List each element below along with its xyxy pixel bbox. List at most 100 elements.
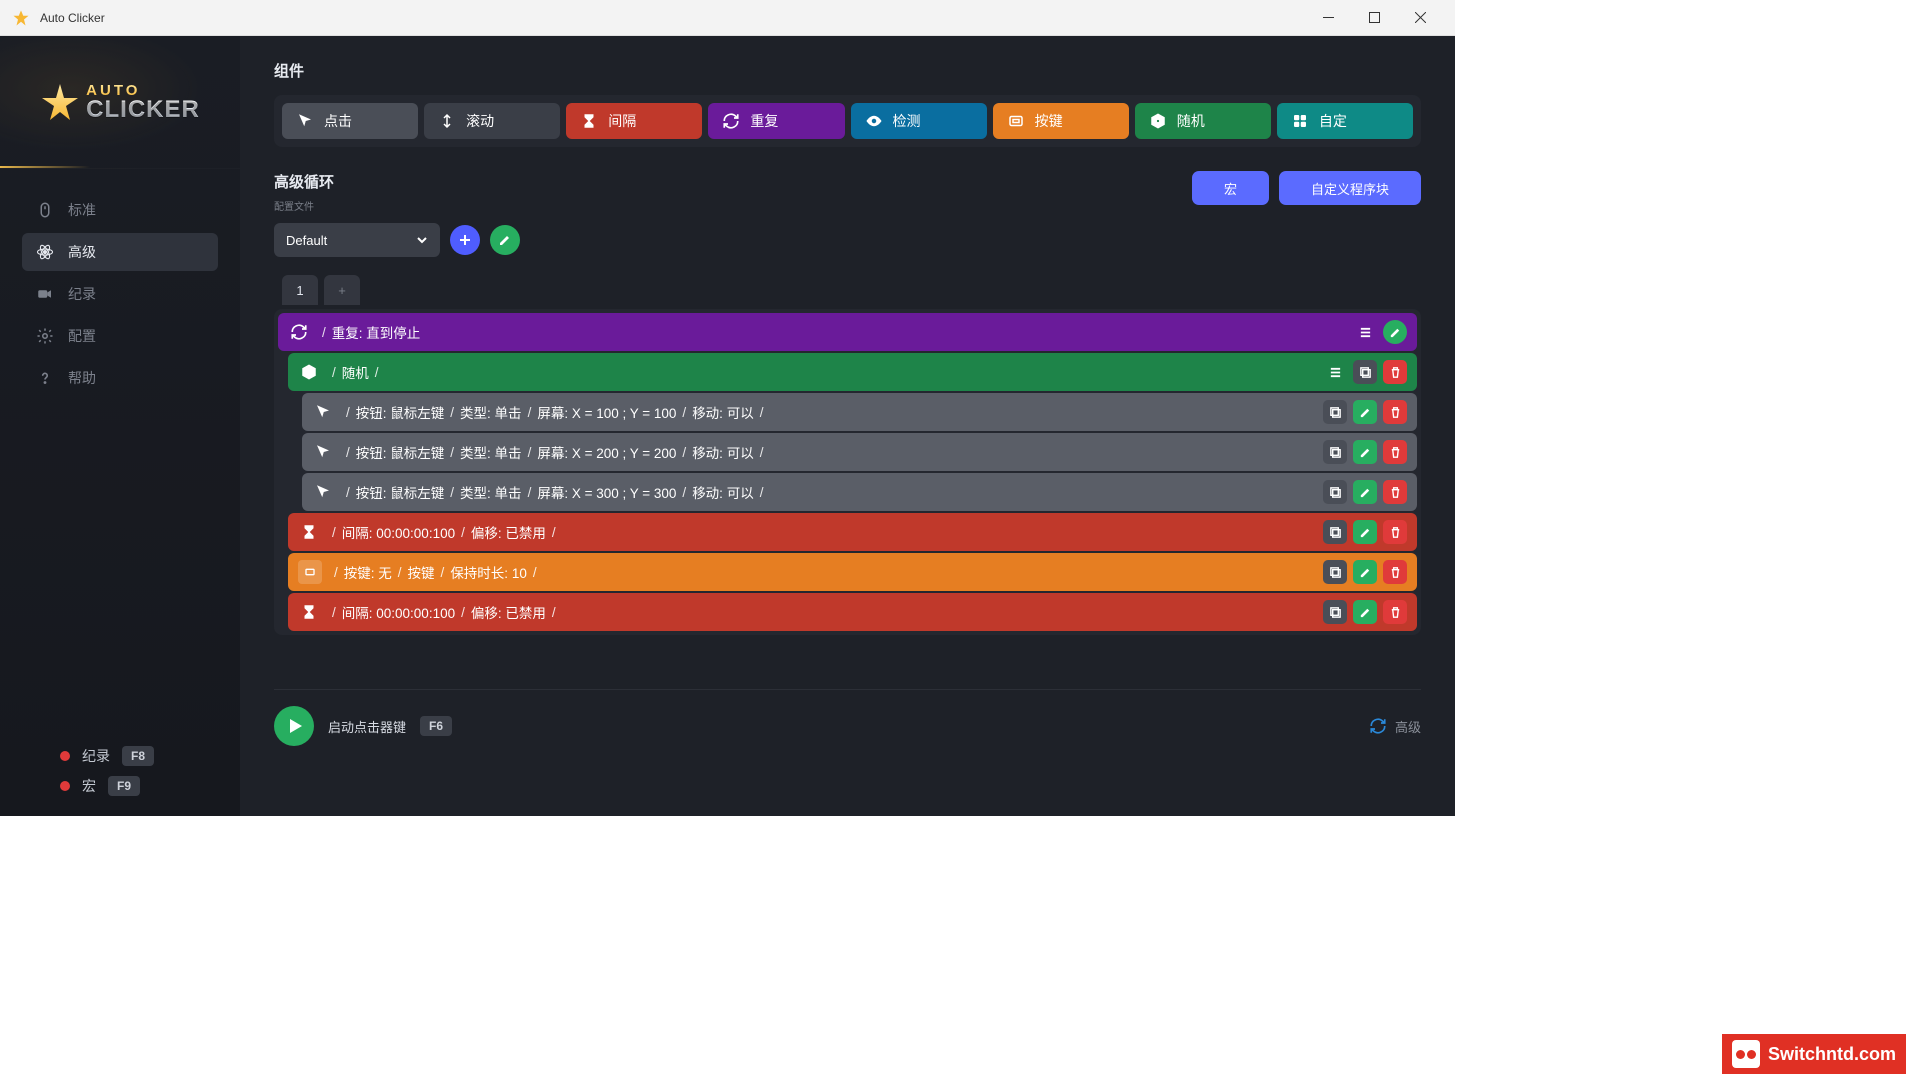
step-field: 类型: 单击 bbox=[460, 402, 522, 422]
step-repeat[interactable]: /重复: 直到停止 bbox=[278, 313, 1417, 351]
delete-step-button[interactable] bbox=[1383, 360, 1407, 384]
step-click[interactable]: /按钮: 鼠标左键/类型: 单击/屏幕: X = 200 ; Y = 200/移… bbox=[302, 433, 1417, 471]
window-titlebar: Auto Clicker bbox=[0, 0, 1455, 36]
trash-icon bbox=[1389, 606, 1402, 619]
cursor-icon bbox=[312, 441, 334, 463]
pencil-icon bbox=[1359, 446, 1372, 459]
edit-config-button[interactable] bbox=[490, 225, 520, 255]
trash-icon bbox=[1389, 406, 1402, 419]
copy-step-button[interactable] bbox=[1323, 520, 1347, 544]
step-wait[interactable]: /间隔: 00:00:00:100/偏移: 已禁用/ bbox=[288, 513, 1417, 551]
step-wait[interactable]: /间隔: 00:00:00:100/偏移: 已禁用/ bbox=[288, 593, 1417, 631]
copy-step-button[interactable] bbox=[1323, 560, 1347, 584]
nav-help[interactable]: 帮助 bbox=[22, 359, 218, 397]
copy-icon bbox=[1329, 446, 1342, 459]
component-custom[interactable]: 自定 bbox=[1277, 103, 1413, 139]
copy-icon bbox=[1329, 486, 1342, 499]
copy-step-button[interactable] bbox=[1323, 400, 1347, 424]
component-wait[interactable]: 间隔 bbox=[566, 103, 702, 139]
tab-add[interactable]: + bbox=[324, 275, 360, 305]
step-click[interactable]: /按钮: 鼠标左键/类型: 单击/屏幕: X = 100 ; Y = 100/移… bbox=[302, 393, 1417, 431]
copy-step-button[interactable] bbox=[1323, 480, 1347, 504]
step-field: 屏幕: X = 100 ; Y = 100 bbox=[537, 402, 676, 422]
step-field: 间隔: 00:00:00:100 bbox=[342, 602, 455, 622]
repeat-icon bbox=[722, 112, 740, 130]
copy-step-button[interactable] bbox=[1353, 360, 1377, 384]
bottom-bar: 启动点击器键 F6 高级 bbox=[274, 689, 1421, 746]
plus-icon bbox=[458, 233, 472, 247]
main-content: 组件 点击 滚动 间隔 重复 检测 按键 随机 自定 高级循环 配置文件 宏 自… bbox=[240, 36, 1455, 816]
edit-step-button[interactable] bbox=[1353, 400, 1377, 424]
start-button[interactable] bbox=[274, 706, 314, 746]
sidebar-footer: 纪录 F8 宏 F9 bbox=[0, 746, 240, 816]
edit-step-button[interactable] bbox=[1353, 560, 1377, 584]
maximize-button[interactable] bbox=[1351, 0, 1397, 36]
record-dot-icon bbox=[60, 751, 70, 761]
edit-step-button[interactable] bbox=[1353, 520, 1377, 544]
pencil-icon bbox=[1359, 526, 1372, 539]
advanced-label: 高级 bbox=[1395, 717, 1421, 736]
nav-record[interactable]: 纪录 bbox=[22, 275, 218, 313]
dice-icon bbox=[298, 361, 320, 383]
component-click[interactable]: 点击 bbox=[282, 103, 418, 139]
step-random[interactable]: /随机/ bbox=[288, 353, 1417, 391]
config-select[interactable]: Default bbox=[274, 223, 440, 257]
chevron-down-icon bbox=[416, 234, 428, 246]
component-detect[interactable]: 检测 bbox=[851, 103, 987, 139]
step-field: 按键: 无 bbox=[344, 562, 392, 582]
delete-step-button[interactable] bbox=[1383, 600, 1407, 624]
step-field: 按钮: 鼠标左键 bbox=[356, 482, 445, 502]
step-field: 移动: 可以 bbox=[692, 402, 754, 422]
add-config-button[interactable] bbox=[450, 225, 480, 255]
nav-advanced[interactable]: 高级 bbox=[22, 233, 218, 271]
drag-handle[interactable] bbox=[1353, 320, 1377, 344]
edit-step-button[interactable] bbox=[1383, 320, 1407, 344]
footer-macro-label: 宏 bbox=[82, 776, 96, 796]
component-label: 点击 bbox=[324, 111, 352, 131]
component-repeat[interactable]: 重复 bbox=[708, 103, 844, 139]
trash-icon bbox=[1389, 526, 1402, 539]
step-key[interactable]: /按键: 无/按键/保持时长: 10/ bbox=[288, 553, 1417, 591]
custom-block-button[interactable]: 自定义程序块 bbox=[1279, 171, 1421, 205]
nav-settings[interactable]: 配置 bbox=[22, 317, 218, 355]
step-field: 偏移: 已禁用 bbox=[471, 522, 546, 542]
component-scroll[interactable]: 滚动 bbox=[424, 103, 560, 139]
delete-step-button[interactable] bbox=[1383, 480, 1407, 504]
footer-macro[interactable]: 宏 F9 bbox=[60, 776, 240, 796]
component-key[interactable]: 按键 bbox=[993, 103, 1129, 139]
copy-icon bbox=[1329, 606, 1342, 619]
edit-step-button[interactable] bbox=[1353, 480, 1377, 504]
advanced-toggle[interactable]: 高级 bbox=[1369, 717, 1421, 736]
component-random[interactable]: 随机 bbox=[1135, 103, 1271, 139]
menu-icon bbox=[1329, 366, 1342, 379]
play-icon bbox=[286, 717, 304, 735]
edit-step-button[interactable] bbox=[1353, 440, 1377, 464]
copy-icon bbox=[1329, 526, 1342, 539]
close-button[interactable] bbox=[1397, 0, 1443, 36]
copy-step-button[interactable] bbox=[1323, 600, 1347, 624]
macro-button[interactable]: 宏 bbox=[1192, 171, 1269, 205]
footer-record[interactable]: 纪录 F8 bbox=[60, 746, 240, 766]
minimize-button[interactable] bbox=[1305, 0, 1351, 36]
step-text: 随机 bbox=[342, 362, 369, 382]
nav-standard[interactable]: 标准 bbox=[22, 191, 218, 229]
nav-label: 标准 bbox=[68, 200, 96, 220]
step-field: 间隔: 00:00:00:100 bbox=[342, 522, 455, 542]
delete-step-button[interactable] bbox=[1383, 400, 1407, 424]
drag-handle[interactable] bbox=[1323, 360, 1347, 384]
component-label: 滚动 bbox=[466, 111, 494, 131]
eye-icon bbox=[865, 112, 883, 130]
pencil-icon bbox=[1359, 606, 1372, 619]
delete-step-button[interactable] bbox=[1383, 560, 1407, 584]
repeat-icon bbox=[288, 321, 310, 343]
start-label: 启动点击器键 bbox=[328, 717, 406, 736]
tab-1[interactable]: 1 bbox=[282, 275, 318, 305]
delete-step-button[interactable] bbox=[1383, 520, 1407, 544]
edit-step-button[interactable] bbox=[1353, 600, 1377, 624]
components-title: 组件 bbox=[274, 60, 1421, 81]
tab-label: 1 bbox=[296, 283, 303, 298]
copy-step-button[interactable] bbox=[1323, 440, 1347, 464]
copy-icon bbox=[1359, 366, 1372, 379]
delete-step-button[interactable] bbox=[1383, 440, 1407, 464]
step-click[interactable]: /按钮: 鼠标左键/类型: 单击/屏幕: X = 300 ; Y = 300/移… bbox=[302, 473, 1417, 511]
